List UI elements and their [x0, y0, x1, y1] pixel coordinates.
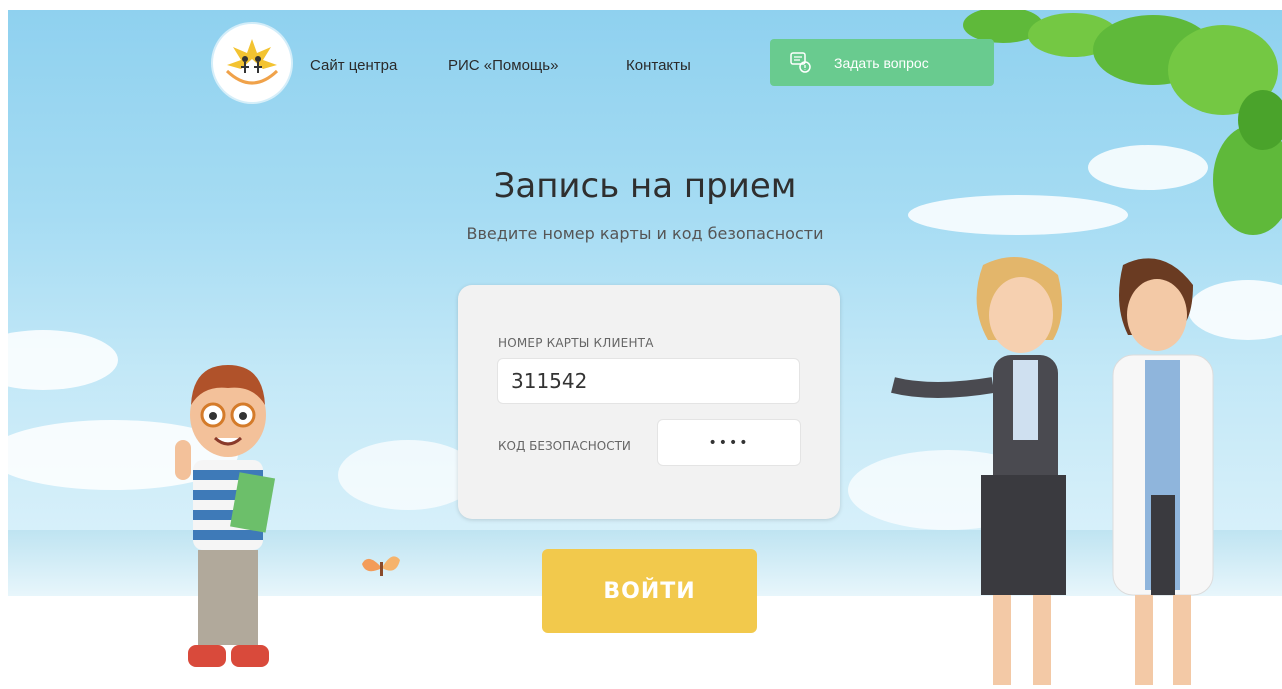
ask-question-label: Задать вопрос: [834, 54, 929, 71]
specialists-illustration: [891, 257, 1214, 685]
cloud-decoration: [338, 440, 478, 510]
page-title: Запись на прием: [493, 166, 797, 206]
login-button[interactable]: ВОЙТИ: [542, 549, 757, 633]
nav-link-ris-help[interactable]: РИС «Помощь»: [448, 57, 558, 74]
logo[interactable]: [213, 24, 291, 102]
boy-illustration: [175, 365, 276, 667]
security-code-input[interactable]: ••••: [657, 419, 801, 466]
page-background: Сайт центра РИС «Помощь» Контакты Задать…: [8, 10, 1282, 689]
card-number-input[interactable]: 311542: [497, 358, 800, 404]
tree-leaves-icon: [963, 10, 1282, 235]
card-number-label: НОМЕР КАРТЫ КЛИЕНТА: [498, 336, 654, 350]
page-subtitle: Введите номер карты и код безопасности: [466, 224, 824, 243]
security-code-label: КОД БЕЗОПАСНОСТИ: [498, 439, 631, 453]
login-card: НОМЕР КАРТЫ КЛИЕНТА 311542 КОД БЕЗОПАСНО…: [458, 285, 840, 519]
nav-link-contacts[interactable]: Контакты: [626, 57, 691, 74]
butterfly-icon: [362, 556, 400, 576]
nav-link-center-site[interactable]: Сайт центра: [310, 57, 397, 74]
logo-hands-family-icon: [225, 39, 279, 85]
chat-question-icon: [790, 51, 811, 73]
ask-question-button[interactable]: Задать вопрос: [770, 39, 994, 86]
